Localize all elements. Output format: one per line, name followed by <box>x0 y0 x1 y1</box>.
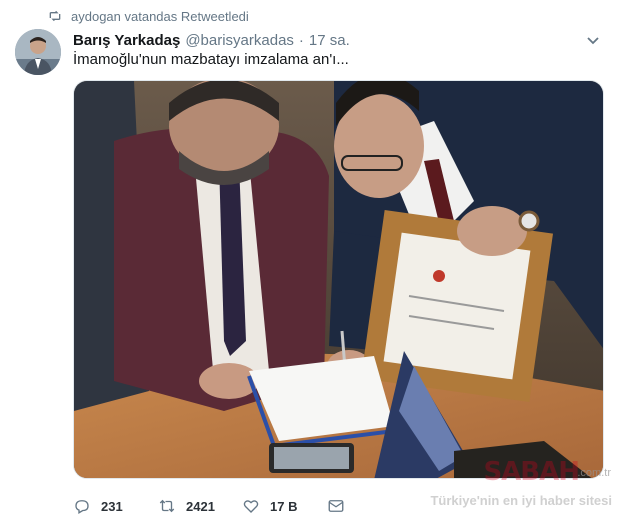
tweet-text: İmamoğlu'nun mazbatayı imzalama an'ı... <box>73 51 349 68</box>
retweet-count: 2421 <box>186 498 215 514</box>
author-name[interactable]: Barış Yarkadaş <box>73 32 180 49</box>
like-button[interactable]: 17 B <box>242 497 327 515</box>
chevron-down-icon[interactable] <box>585 32 601 48</box>
reply-icon <box>75 500 89 514</box>
watermark-tld: .com.tr <box>577 467 611 479</box>
separator-dot: · <box>298 31 304 49</box>
like-count: 17 B <box>270 498 298 514</box>
reply-button[interactable]: 231 <box>73 497 158 515</box>
reply-count: 231 <box>101 498 123 514</box>
tweet-header: Barış Yarkadaş @barisyarkadas · 17 sa. <box>73 30 601 50</box>
envelope-icon <box>328 500 344 512</box>
direct-message-button[interactable] <box>327 497 355 515</box>
avatar[interactable] <box>15 29 61 75</box>
tweet-photo[interactable] <box>73 80 604 479</box>
heart-icon <box>243 500 259 513</box>
sabah-watermark: SABAH .com.tr Türkiye'nin en iyi haber s… <box>405 455 615 520</box>
retweet-context[interactable]: aydogan vatandas Retweetledi <box>47 6 249 26</box>
retweet-icon <box>159 499 175 513</box>
watermark-tagline: Türkiye'nin en iyi haber sitesi <box>430 493 612 508</box>
tweet-time[interactable]: 17 sa. <box>309 32 350 49</box>
author-handle[interactable]: @barisyarkadas <box>185 32 294 49</box>
watermark-brand: SABAH <box>483 457 580 487</box>
retweet-button[interactable]: 2421 <box>158 497 242 515</box>
retweet-icon <box>49 10 61 22</box>
retweet-context-text: aydogan vatandas Retweetledi <box>71 8 249 24</box>
